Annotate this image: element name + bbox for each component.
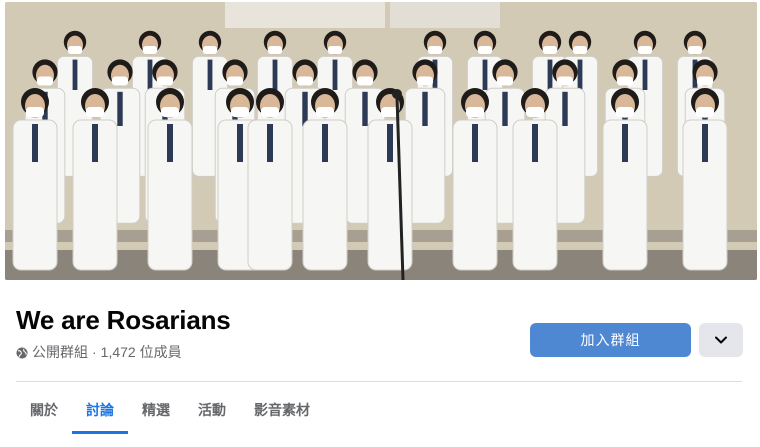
group-photo-illustration xyxy=(5,2,757,280)
globe-icon xyxy=(16,346,28,359)
more-options-button[interactable] xyxy=(699,323,743,357)
join-group-label: 加入群組 xyxy=(580,332,641,348)
tab-featured[interactable]: 精選 xyxy=(128,392,184,434)
tab-events[interactable]: 活動 xyxy=(184,392,240,434)
tab-media[interactable]: 影音素材 xyxy=(240,392,324,434)
meta-separator: · xyxy=(92,344,97,360)
header-divider xyxy=(16,381,742,382)
join-group-button[interactable]: 加入群組 xyxy=(530,323,691,357)
cover-photo[interactable] xyxy=(5,2,757,280)
tab-label: 精選 xyxy=(142,402,170,418)
tab-label: 活動 xyxy=(198,402,226,418)
chevron-down-icon xyxy=(715,331,727,349)
member-count[interactable]: 1,472 位成員 xyxy=(101,342,182,362)
privacy-label[interactable]: 公開群組 xyxy=(32,342,88,362)
group-name: We are Rosarians xyxy=(16,305,231,335)
tab-label: 影音素材 xyxy=(254,402,310,418)
tab-about[interactable]: 關於 xyxy=(16,392,72,434)
tab-label: 討論 xyxy=(86,402,114,418)
group-tabs: 關於 討論 精選 活動 影音素材 xyxy=(16,392,324,436)
tab-discussion[interactable]: 討論 xyxy=(72,392,128,434)
group-meta: 公開群組 · 1,472 位成員 xyxy=(16,342,182,362)
tab-label: 關於 xyxy=(30,402,58,418)
